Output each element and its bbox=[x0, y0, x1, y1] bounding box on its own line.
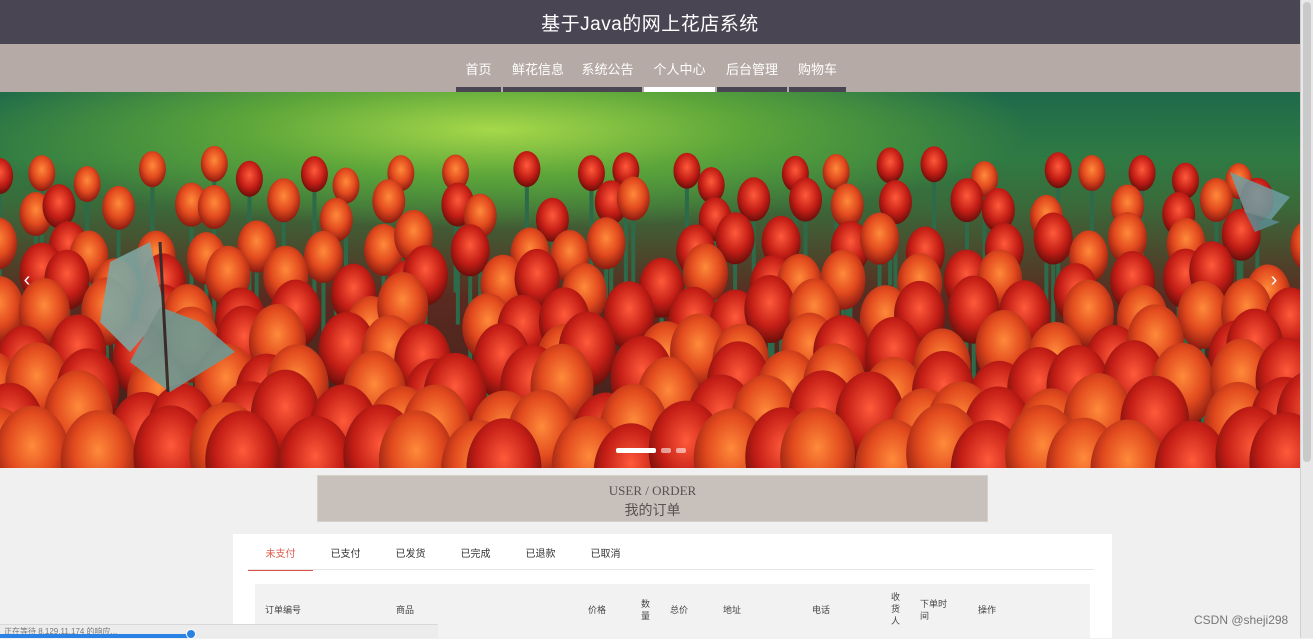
nav-item-label: 后台管理 bbox=[726, 59, 778, 78]
carousel-indicators bbox=[616, 448, 686, 453]
nav-item-cart[interactable]: 购物车 bbox=[789, 44, 846, 92]
column-header: 价格 bbox=[588, 604, 606, 616]
column-header: 收货人 bbox=[891, 591, 901, 627]
nav-item-label: 鲜花信息 bbox=[512, 59, 564, 78]
carousel-dot[interactable] bbox=[676, 448, 686, 453]
nav-item-label: 购物车 bbox=[798, 59, 837, 78]
carousel-dot[interactable] bbox=[661, 448, 671, 453]
nav-item-label: 个人中心 bbox=[653, 59, 705, 78]
nav-item-label: 首页 bbox=[465, 59, 491, 78]
column-header: 数量 bbox=[641, 598, 651, 622]
column-header: 订单编号 bbox=[265, 604, 301, 616]
nav-item-admin[interactable]: 后台管理 bbox=[717, 44, 787, 92]
tab-paid[interactable]: 已支付 bbox=[313, 542, 378, 570]
hero-carousel[interactable]: ‹ › bbox=[0, 92, 1300, 468]
main-navbar: 首页 鲜花信息 系统公告 个人中心 后台管理 购物车 bbox=[0, 44, 1300, 92]
tab-unpaid[interactable]: 未支付 bbox=[248, 542, 313, 570]
main-nav: 首页 鲜花信息 系统公告 个人中心 后台管理 购物车 bbox=[456, 44, 846, 92]
nav-item-announcements[interactable]: 系统公告 bbox=[573, 44, 642, 92]
tab-shipped[interactable]: 已发货 bbox=[378, 542, 443, 570]
watermark: CSDN @sheji298 bbox=[1194, 613, 1288, 627]
column-header: 电话 bbox=[812, 604, 830, 616]
chevron-right-icon: › bbox=[1271, 269, 1278, 291]
section-header: USER / ORDER 我的订单 bbox=[317, 475, 988, 522]
loading-progress-bar bbox=[0, 634, 190, 638]
carousel-dot[interactable] bbox=[616, 448, 656, 453]
scrollbar-thumb[interactable] bbox=[1303, 2, 1311, 462]
section-title-en: USER / ORDER bbox=[318, 483, 987, 499]
column-header: 操作 bbox=[978, 604, 996, 616]
chevron-left-icon: ‹ bbox=[24, 269, 31, 291]
column-header: 商品 bbox=[396, 604, 414, 616]
nav-item-personal-center[interactable]: 个人中心 bbox=[644, 44, 715, 92]
carousel-next-button[interactable]: › bbox=[1264, 268, 1284, 292]
tab-cancelled[interactable]: 已取消 bbox=[573, 542, 638, 570]
tab-refunded[interactable]: 已退款 bbox=[508, 542, 573, 570]
tab-completed[interactable]: 已完成 bbox=[443, 542, 508, 570]
order-status-tabs: 未支付 已支付 已发货 已完成 已退款 已取消 bbox=[248, 542, 638, 570]
tabs-divider bbox=[248, 569, 1094, 570]
orders-panel: 未支付 已支付 已发货 已完成 已退款 已取消 订单编号 商品 价格 数量 总价… bbox=[233, 534, 1112, 638]
site-title: 基于Java的网上花店系统 bbox=[541, 9, 759, 36]
carousel-prev-button[interactable]: ‹ bbox=[17, 268, 37, 292]
column-header: 下单时间 bbox=[920, 598, 952, 622]
section-title-zh: 我的订单 bbox=[318, 500, 987, 520]
site-title-bar: 基于Java的网上花店系统 bbox=[0, 0, 1300, 44]
nav-item-home[interactable]: 首页 bbox=[456, 44, 501, 92]
column-header: 总价 bbox=[670, 604, 688, 616]
nav-item-flowers[interactable]: 鲜花信息 bbox=[503, 44, 573, 92]
nav-item-label: 系统公告 bbox=[581, 59, 633, 78]
tulip-field-image bbox=[0, 92, 1300, 468]
page-scrollbar[interactable] bbox=[1300, 0, 1313, 638]
column-header: 地址 bbox=[723, 604, 741, 616]
